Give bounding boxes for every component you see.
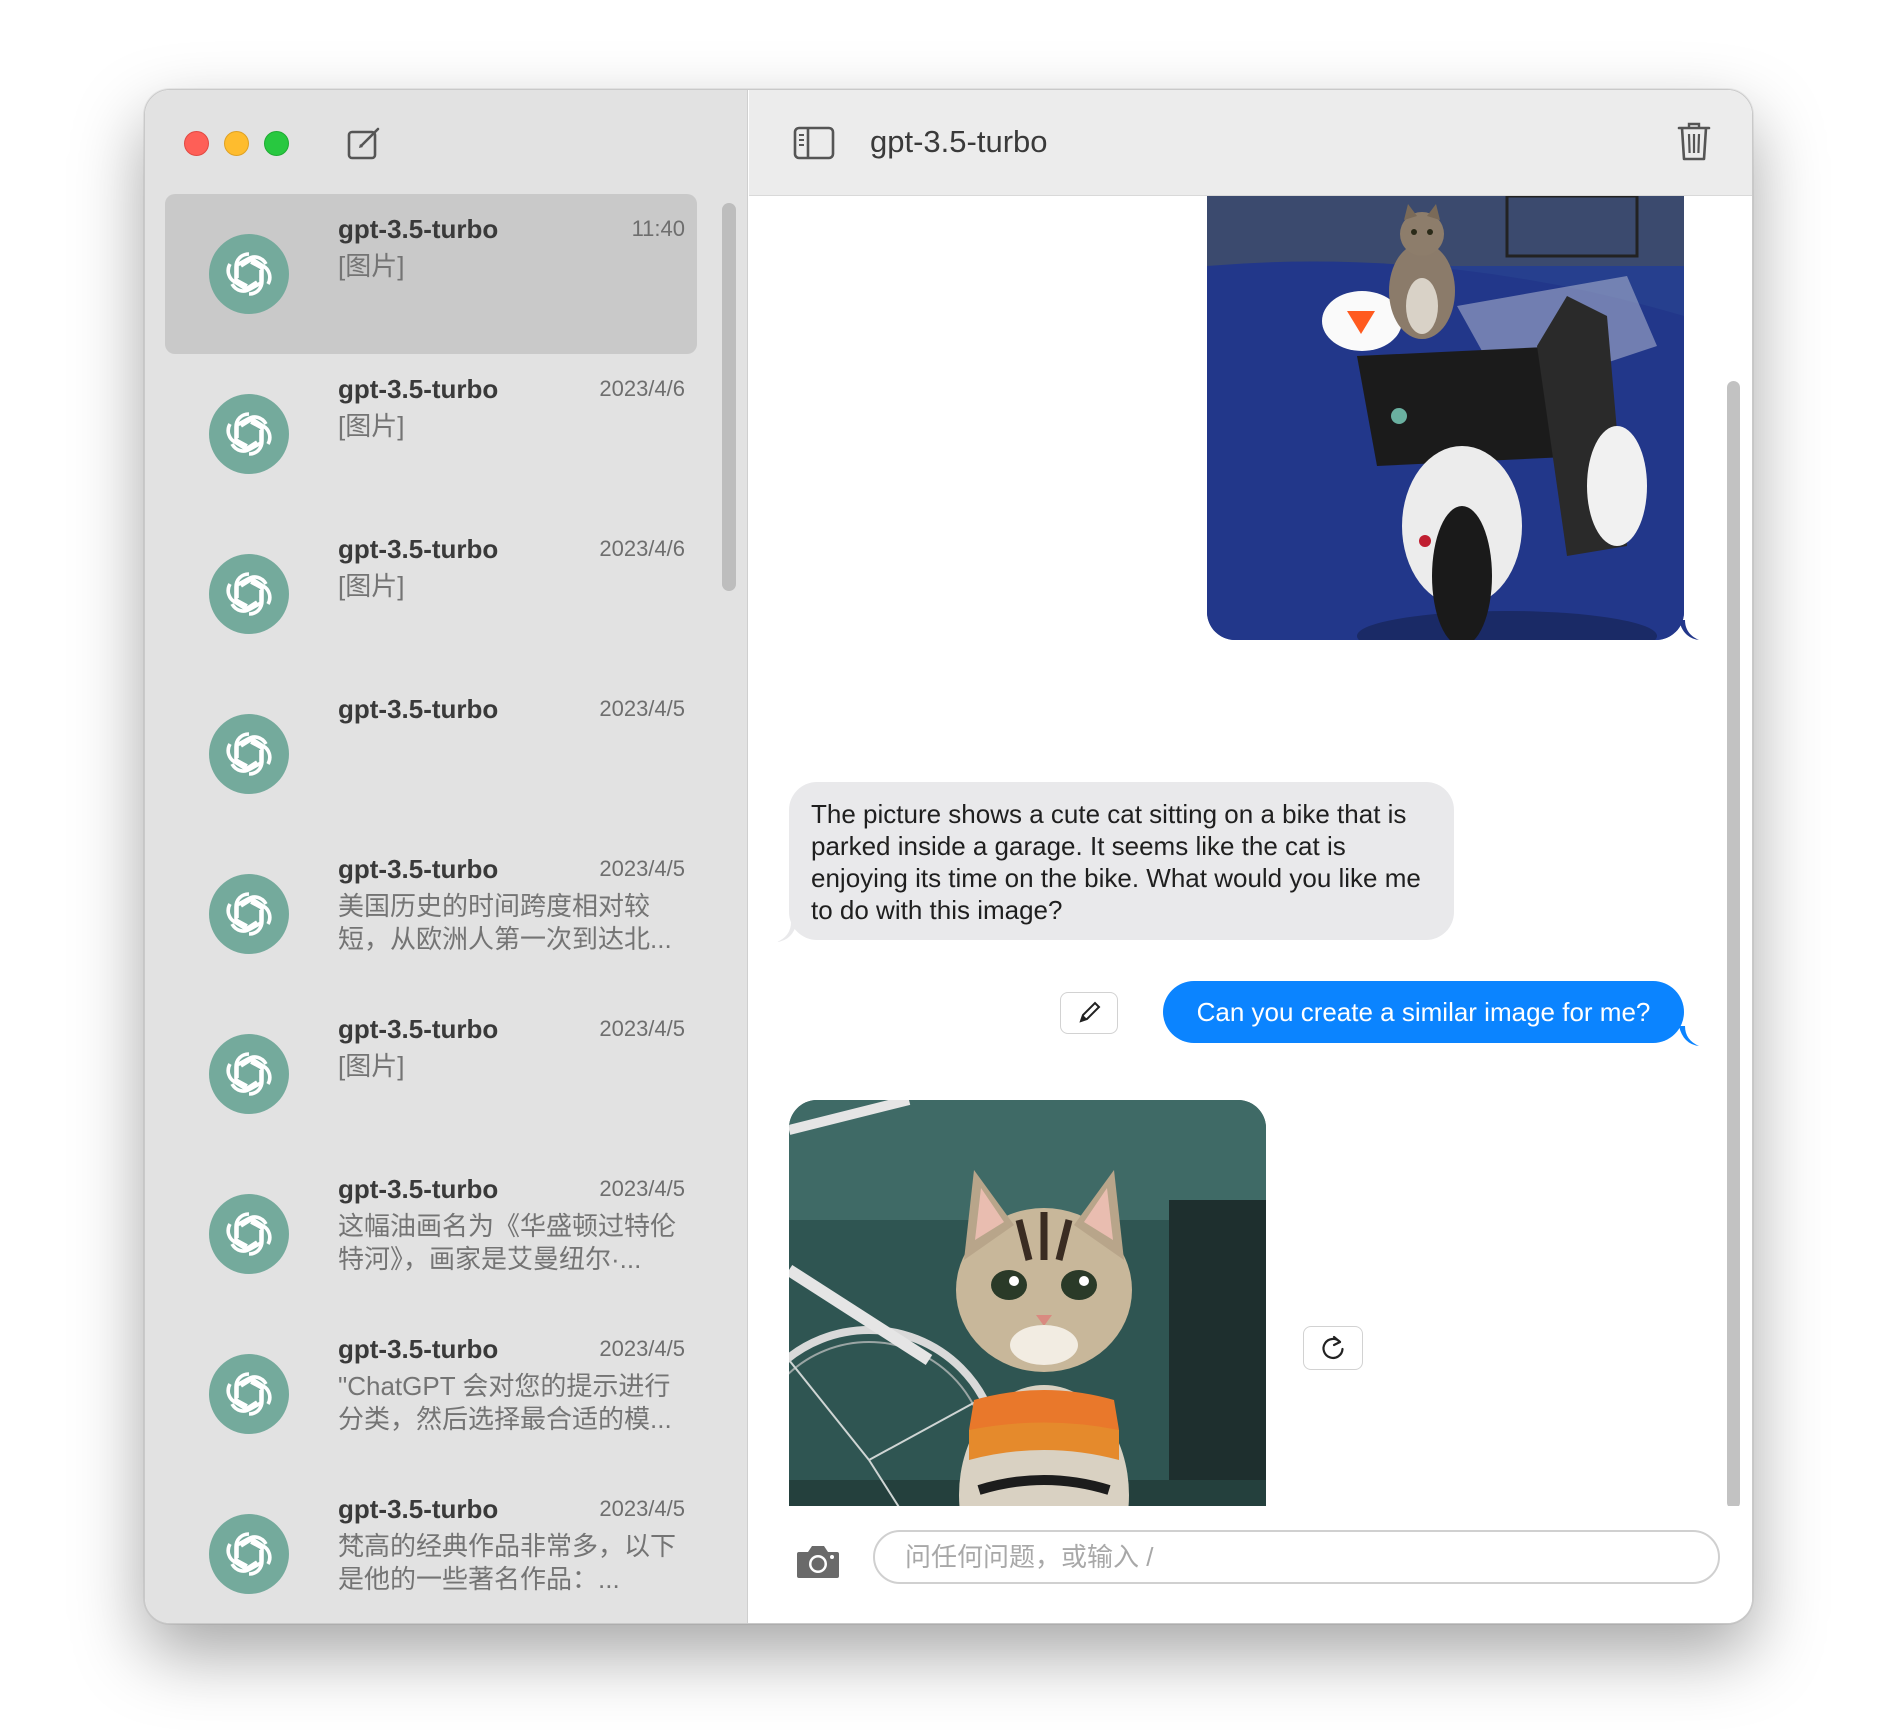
- conversation-item[interactable]: gpt-3.5-turbo 2023/4/5 梵高的经典作品非常多，以下是他的一些著…: [165, 1474, 697, 1623]
- conversation-title: gpt-3.5-turbo: [338, 1334, 499, 1364]
- conversation-title: gpt-3.5-turbo: [338, 694, 499, 724]
- avatar: [209, 394, 289, 474]
- openai-logo-icon: [226, 1372, 272, 1416]
- conversation-title: gpt-3.5-turbo: [338, 214, 499, 244]
- conversation-title: gpt-3.5-turbo: [338, 1494, 499, 1524]
- avatar: [209, 1354, 289, 1434]
- conversation-item[interactable]: gpt-3.5-turbo 2023/4/6 [图片]: [165, 354, 697, 514]
- conversation-item[interactable]: gpt-3.5-turbo 2023/4/5 "ChatGPT 会对您的提示进行分类…: [165, 1314, 697, 1474]
- conversation-title: gpt-3.5-turbo: [338, 1174, 499, 1204]
- conversation-list: gpt-3.5-turbo 11:40 [图片] gpt-3.5-turbo 2023/…: [165, 194, 697, 1623]
- sidebar-toggle-icon[interactable]: [793, 126, 835, 160]
- bubble-tail: [1679, 620, 1699, 640]
- bubble-tail: [1679, 1026, 1699, 1046]
- conversation-time: 2023/4/5: [599, 696, 685, 721]
- conversation-preview: [图片]: [338, 411, 405, 441]
- refresh-icon: [1322, 1335, 1344, 1360]
- message-thread: The picture shows a cute cat sitting on …: [749, 196, 1752, 1508]
- avatar: [209, 1034, 289, 1114]
- conversation-item[interactable]: gpt-3.5-turbo 2023/4/5 [图片]: [165, 994, 697, 1154]
- camera-icon[interactable]: [795, 1542, 841, 1580]
- user-message: Can you create a similar image for me?: [1163, 981, 1684, 1043]
- conversation-preview: [图片]: [338, 571, 405, 601]
- minimize-window-button[interactable]: [224, 131, 249, 156]
- chat-scrollbar[interactable]: [1727, 381, 1740, 1509]
- chat-header: gpt-3.5-turbo: [749, 90, 1752, 196]
- conversation-preview: 美国历史的时间跨度相对较短，从欧洲人第一次到达北...: [338, 891, 672, 954]
- chat-title: gpt-3.5-turbo: [870, 124, 1048, 159]
- avatar: [209, 234, 289, 314]
- sidebar: gpt-3.5-turbo 11:40 [图片] gpt-3.5-turbo 2023/…: [145, 90, 748, 1623]
- openai-logo-icon: [226, 892, 272, 936]
- conversation-item[interactable]: gpt-3.5-turbo 11:40 [图片]: [165, 194, 697, 354]
- openai-logo-icon: [226, 1052, 272, 1096]
- conversation-time: 2023/4/5: [599, 1176, 685, 1201]
- close-window-button[interactable]: [184, 131, 209, 156]
- conversation-title: gpt-3.5-turbo: [338, 534, 499, 564]
- composer: [749, 1506, 1752, 1623]
- assistant-message: The picture shows a cute cat sitting on …: [789, 782, 1454, 940]
- sidebar-scrollbar[interactable]: [722, 203, 736, 591]
- trash-icon[interactable]: [1676, 120, 1712, 162]
- openai-logo-icon: [226, 412, 272, 456]
- avatar: [209, 1514, 289, 1594]
- avatar: [209, 714, 289, 794]
- pencil-icon: [1079, 1001, 1101, 1023]
- sent-image-message[interactable]: [1207, 196, 1684, 640]
- avatar: [209, 1194, 289, 1274]
- conversation-item[interactable]: gpt-3.5-turbo 2023/4/5 美国历史的时间跨度相对较短，从欧洲人第…: [165, 834, 697, 994]
- conversation-time: 2023/4/5: [599, 856, 685, 881]
- edit-message-button[interactable]: [1060, 992, 1118, 1034]
- conversation-time: 2023/4/5: [599, 1336, 685, 1361]
- app-window: gpt-3.5-turbo 11:40 [图片] gpt-3.5-turbo 2023/…: [144, 89, 1753, 1624]
- conversation-preview: [图片]: [338, 251, 405, 281]
- conversation-time: 2023/4/6: [599, 376, 685, 401]
- conversation-preview: [图片]: [338, 1051, 405, 1081]
- zoom-window-button[interactable]: [264, 131, 289, 156]
- openai-logo-icon: [226, 732, 272, 776]
- conversation-preview: 梵高的经典作品非常多，以下是他的一些著名作品：...: [338, 1531, 677, 1594]
- conversation-preview: "ChatGPT 会对您的提示进行分类，然后选择最合适的模...: [338, 1371, 672, 1434]
- regenerate-button[interactable]: [1303, 1326, 1363, 1370]
- avatar: [209, 554, 289, 634]
- openai-logo-icon: [226, 1212, 272, 1256]
- openai-logo-icon: [226, 1532, 272, 1576]
- conversation-title: gpt-3.5-turbo: [338, 854, 499, 884]
- openai-logo-icon: [226, 252, 272, 296]
- avatar: [209, 874, 289, 954]
- conversation-time: 2023/4/6: [599, 536, 685, 561]
- generated-image-message[interactable]: [789, 1100, 1266, 1508]
- conversation-title: gpt-3.5-turbo: [338, 374, 499, 404]
- conversation-item[interactable]: gpt-3.5-turbo 2023/4/6 [图片]: [165, 514, 697, 674]
- conversation-time: 2023/4/5: [599, 1496, 685, 1521]
- conversation-time: 11:40: [631, 216, 685, 241]
- conversation-preview: 这幅油画名为《华盛顿过特伦特河》，画家是艾曼纽尔·...: [338, 1211, 677, 1274]
- chat-panel: gpt-3.5-turbo The picture shows a cute c…: [749, 90, 1752, 1623]
- conversation-time: 2023/4/5: [599, 1016, 685, 1041]
- conversation-item[interactable]: gpt-3.5-turbo 2023/4/5 这幅油画名为《华盛顿过特伦特河》，画家…: [165, 1154, 697, 1314]
- openai-logo-icon: [226, 572, 272, 616]
- compose-icon[interactable]: [344, 123, 384, 163]
- message-input[interactable]: [873, 1530, 1720, 1584]
- conversation-title: gpt-3.5-turbo: [338, 1014, 499, 1044]
- conversation-item[interactable]: gpt-3.5-turbo 2023/4/5: [165, 674, 697, 834]
